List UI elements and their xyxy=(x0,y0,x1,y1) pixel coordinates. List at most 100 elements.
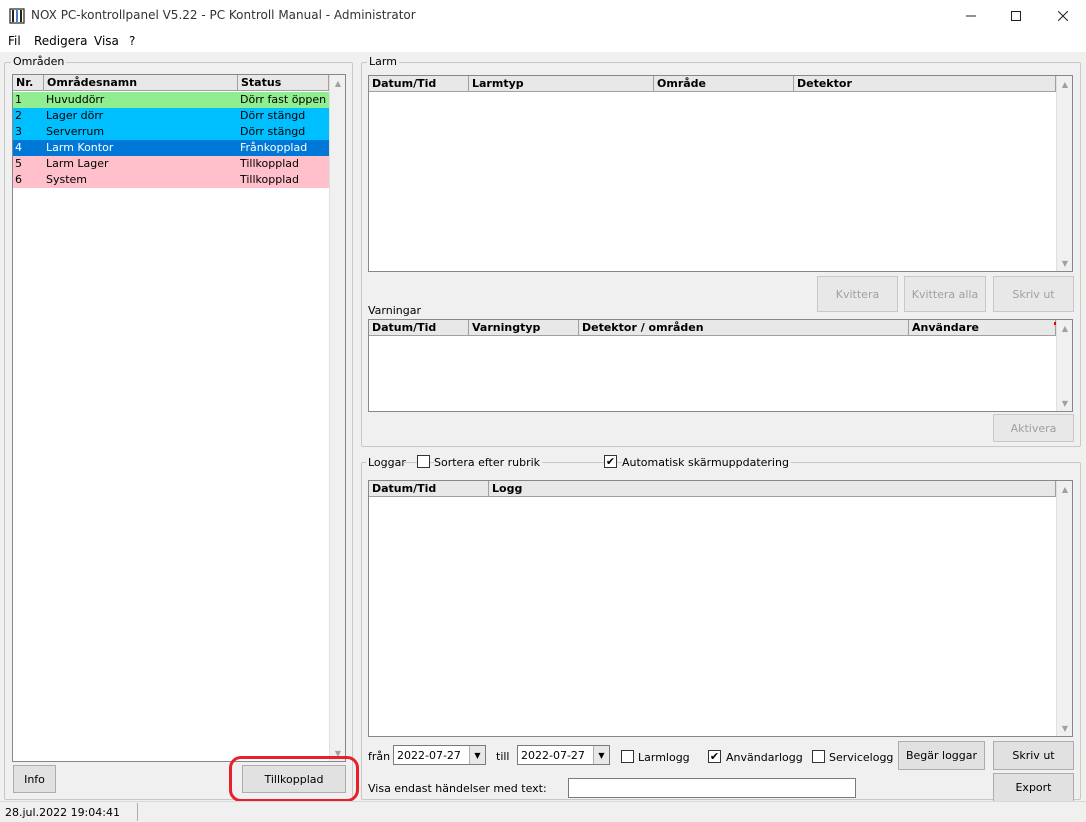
request-logs-button[interactable]: Begär loggar xyxy=(898,741,985,770)
checkmark-icon: ✔ xyxy=(605,455,616,468)
area-nr-cell: 1 xyxy=(15,93,22,106)
logs-label: Loggar xyxy=(366,456,408,469)
area-name-cell: Lager dörr xyxy=(46,109,104,122)
alarm-label: Larm xyxy=(367,55,399,68)
area-name-cell: System xyxy=(46,173,88,186)
col-nr-header[interactable]: Nr. xyxy=(13,75,44,91)
alarm-log-label: Larmlogg xyxy=(638,751,690,764)
log-col-log[interactable]: Logg xyxy=(489,481,1056,497)
auto-update-checkbox[interactable]: ✔ xyxy=(604,455,617,468)
logs-divider xyxy=(403,462,415,463)
status-separator xyxy=(137,803,138,821)
service-log-label: Servicelogg xyxy=(829,751,894,764)
menu-edit[interactable]: Redigera xyxy=(34,34,87,48)
alarm-col-type[interactable]: Larmtyp xyxy=(469,76,654,92)
col-status-header[interactable]: Status xyxy=(238,75,329,91)
to-date-picker[interactable]: 2022-07-27 ▼ xyxy=(517,745,610,765)
status-bar xyxy=(0,801,1086,822)
alarm-col-detector[interactable]: Detektor xyxy=(794,76,1056,92)
user-log-checkbox[interactable]: ✔ xyxy=(708,750,721,763)
maximize-button[interactable] xyxy=(993,0,1039,31)
menu-file[interactable]: Fil xyxy=(8,34,21,48)
status-datetime: 28.jul.2022 19:04:41 xyxy=(5,806,120,819)
scroll-up-icon[interactable]: ▲ xyxy=(1057,320,1073,336)
scroll-down-icon[interactable]: ▼ xyxy=(1057,720,1073,736)
area-name-cell: Larm Kontor xyxy=(46,141,114,154)
alarm-log-checkbox[interactable] xyxy=(621,750,634,763)
area-name-cell: Serverrum xyxy=(46,125,105,138)
area-nr-cell: 2 xyxy=(15,109,22,122)
app-logo-icon xyxy=(9,8,25,24)
table-row[interactable]: 5 Larm Lager Tillkopplad xyxy=(13,156,329,172)
service-log-checkbox[interactable] xyxy=(812,750,825,763)
alarm-list[interactable]: Datum/Tid Larmtyp Område Detektor ▲ ▼ xyxy=(368,75,1073,272)
logs-list[interactable]: Datum/Tid Logg ▲ ▼ xyxy=(368,480,1073,737)
warn-col-user[interactable]: Användare xyxy=(909,320,1056,336)
chevron-down-icon[interactable]: ▼ xyxy=(469,746,485,764)
area-status-cell: Tillkopplad xyxy=(240,157,300,170)
info-button[interactable]: Info xyxy=(13,765,56,793)
sort-label: Sortera efter rubrik xyxy=(434,456,543,469)
area-status-cell: Dörr stängd xyxy=(240,125,306,138)
scroll-down-icon[interactable]: ▼ xyxy=(1057,395,1073,411)
logs-scrollbar[interactable]: ▲ ▼ xyxy=(1056,481,1072,736)
areas-rows: 1 Huvuddörr Dörr fast öppen 2 Lager dörr Dörr… xyxy=(13,92,329,188)
table-row[interactable]: 1 Huvuddörr Dörr fast öppen xyxy=(13,92,329,108)
minimize-icon xyxy=(966,15,976,16)
area-name-cell: Huvuddörr xyxy=(46,93,105,106)
area-status-cell: Dörr fast öppen xyxy=(240,93,327,106)
area-name-cell: Larm Lager xyxy=(46,157,109,170)
warn-col-detector[interactable]: Detektor / områden xyxy=(579,320,909,336)
log-print-button[interactable]: Skriv ut xyxy=(993,741,1074,770)
warnings-label: Varningar xyxy=(368,304,421,317)
area-status-cell: Tillkopplad xyxy=(240,173,300,186)
minimize-button[interactable] xyxy=(948,0,994,31)
area-nr-cell: 5 xyxy=(15,157,22,170)
area-nr-cell: 4 xyxy=(15,141,22,154)
export-button[interactable]: Export xyxy=(993,773,1074,802)
scroll-down-icon[interactable]: ▼ xyxy=(1057,255,1073,271)
area-nr-cell: 3 xyxy=(15,125,22,138)
log-col-datetime[interactable]: Datum/Tid xyxy=(369,481,489,497)
warn-col-datetime[interactable]: Datum/Tid xyxy=(369,320,469,336)
area-nr-cell: 6 xyxy=(15,173,22,186)
from-date-value: 2022-07-27 xyxy=(397,748,461,762)
areas-list[interactable]: Nr. Områdesnamn Status 1 Huvuddörr Dörr fa… xyxy=(12,74,346,762)
table-row[interactable]: 2 Lager dörr Dörr stängd xyxy=(13,108,329,124)
menu-view[interactable]: Visa xyxy=(94,34,119,48)
kvittera-alla-button[interactable]: Kvittera alla xyxy=(904,276,986,312)
highlight-annotation xyxy=(229,756,359,802)
col-name-header[interactable]: Områdesnamn xyxy=(44,75,238,91)
alarm-print-button[interactable]: Skriv ut xyxy=(993,276,1074,312)
scroll-up-icon[interactable]: ▲ xyxy=(1057,76,1073,92)
to-label: till xyxy=(496,750,510,763)
table-row[interactable]: 4 Larm Kontor Frånkopplad xyxy=(13,140,329,156)
sort-checkbox[interactable] xyxy=(417,455,430,468)
maximize-icon xyxy=(1011,10,1021,21)
to-date-value: 2022-07-27 xyxy=(521,748,585,762)
warnings-scrollbar[interactable]: ▲ ▼ xyxy=(1056,320,1072,411)
close-button[interactable] xyxy=(1040,0,1086,31)
table-row[interactable]: 3 Serverrum Dörr stängd xyxy=(13,124,329,140)
menu-help[interactable]: ? xyxy=(129,34,135,48)
alarm-col-area[interactable]: Område xyxy=(654,76,794,92)
from-label: från xyxy=(368,750,391,763)
alarm-scrollbar[interactable]: ▲ ▼ xyxy=(1056,76,1072,271)
checkmark-icon: ✔ xyxy=(709,750,720,763)
alarm-col-datetime[interactable]: Datum/Tid xyxy=(369,76,469,92)
from-date-picker[interactable]: 2022-07-27 ▼ xyxy=(393,745,486,765)
filter-text-input[interactable] xyxy=(568,778,856,798)
areas-scrollbar[interactable]: ▲ ▼ xyxy=(329,75,345,761)
chevron-down-icon[interactable]: ▼ xyxy=(593,746,609,764)
kvittera-button[interactable]: Kvittera xyxy=(817,276,898,312)
filter-label: Visa endast händelser med text: xyxy=(368,782,547,795)
aktivera-button[interactable]: Aktivera xyxy=(993,414,1074,442)
area-status-cell: Dörr stängd xyxy=(240,109,306,122)
scroll-up-icon[interactable]: ▲ xyxy=(1057,481,1073,497)
area-status-cell: Frånkopplad xyxy=(240,141,308,154)
table-row[interactable]: 6 System Tillkopplad xyxy=(13,172,329,188)
scroll-up-icon[interactable]: ▲ xyxy=(330,75,346,91)
auto-update-label: Automatisk skärmuppdatering xyxy=(622,456,791,469)
warn-col-type[interactable]: Varningtyp xyxy=(469,320,579,336)
warnings-list[interactable]: Datum/Tid Varningtyp Detektor / områden … xyxy=(368,319,1073,412)
